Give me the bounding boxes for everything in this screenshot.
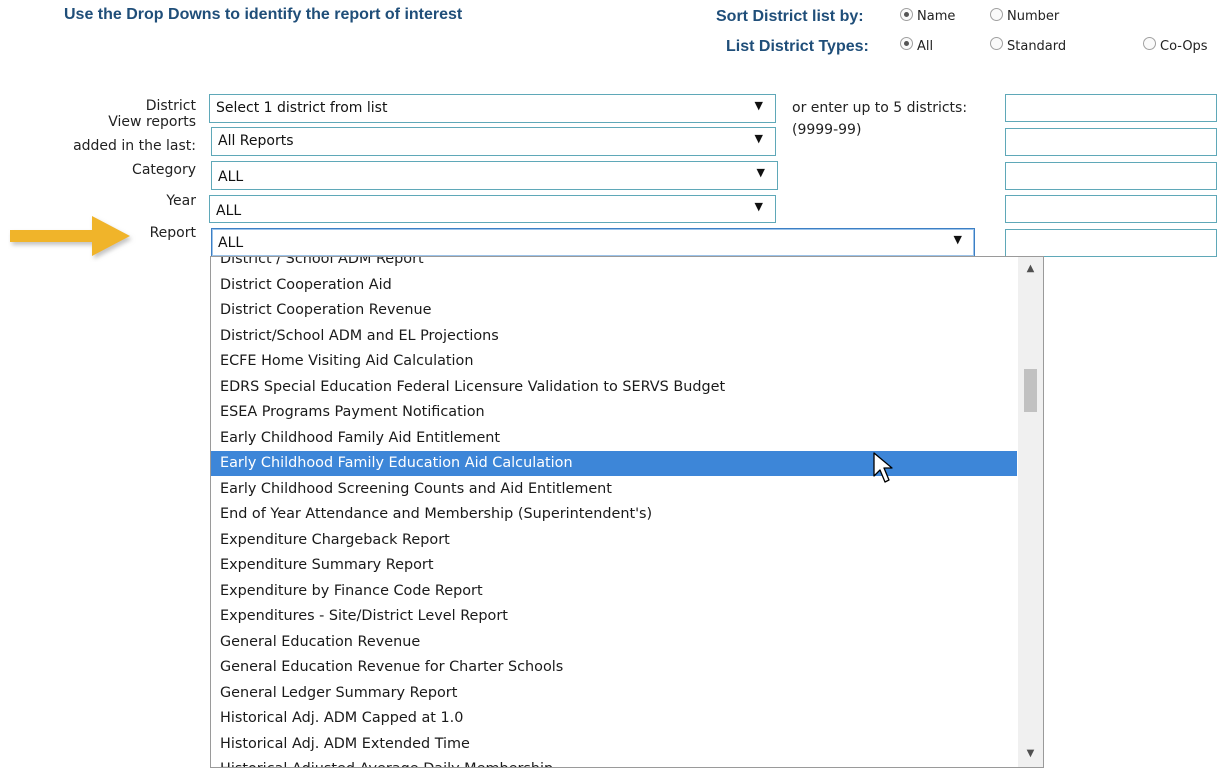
type-all-radio[interactable] — [900, 37, 913, 50]
report-select[interactable]: ALL ▼ — [211, 228, 975, 257]
report-option[interactable]: General Ledger Summary Report — [211, 681, 1017, 706]
type-coops-label: Co-Ops — [1160, 39, 1208, 54]
district-label: District — [145, 98, 196, 114]
report-option[interactable]: ESEA Programs Payment Notification — [211, 400, 1017, 425]
report-option[interactable]: Expenditures - Site/District Level Repor… — [211, 604, 1017, 629]
district-input-1[interactable] — [1005, 94, 1217, 122]
report-option[interactable]: Historical Adj. ADM Extended Time — [211, 732, 1017, 757]
scroll-up-icon[interactable]: ▲ — [1018, 263, 1043, 274]
report-option[interactable]: Expenditure Summary Report — [211, 553, 1017, 578]
district-select-value: Select 1 district from list — [216, 100, 388, 116]
scrollbar[interactable]: ▲ ▼ — [1018, 257, 1043, 767]
report-option[interactable]: District Cooperation Aid — [211, 273, 1017, 298]
type-coops-radio[interactable] — [1143, 37, 1156, 50]
type-all-label: All — [917, 39, 934, 54]
pointer-arrow-icon — [10, 216, 130, 256]
scroll-down-icon[interactable]: ▼ — [1018, 748, 1043, 759]
district-select[interactable]: Select 1 district from list ▼ — [209, 94, 776, 123]
year-select-value: ALL — [216, 203, 242, 219]
dropdown-arrow-icon: ▼ — [953, 233, 962, 246]
district-input-5[interactable] — [1005, 229, 1217, 257]
report-option[interactable]: General Education Revenue for Charter Sc… — [211, 655, 1017, 680]
sort-number-label: Number — [1007, 9, 1060, 24]
report-option[interactable]: District/School ADM and EL Projections — [211, 324, 1017, 349]
report-label: Report — [149, 225, 196, 241]
report-select-value: ALL — [218, 235, 244, 251]
year-label: Year — [166, 193, 196, 209]
report-option[interactable]: Historical Adjusted Average Daily Member… — [211, 757, 1017, 767]
report-option[interactable]: General Education Revenue — [211, 630, 1017, 655]
dropdown-arrow-icon: ▼ — [754, 132, 763, 145]
types-label: List District Types: — [726, 38, 869, 55]
page-instruction: Use the Drop Downs to identify the repor… — [64, 6, 463, 23]
sort-label: Sort District list by: — [716, 8, 864, 25]
view-reports-select[interactable]: All Reports ▼ — [211, 127, 776, 156]
report-option[interactable]: Historical Adj. ADM Capped at 1.0 — [211, 706, 1017, 731]
district-input-3[interactable] — [1005, 162, 1217, 190]
year-select[interactable]: ALL ▼ — [209, 195, 776, 223]
view-label-line1: View reports — [108, 114, 196, 130]
dropdown-arrow-icon: ▼ — [754, 200, 763, 213]
sort-name-radio[interactable] — [900, 8, 913, 21]
report-option[interactable]: Early Childhood Family Education Aid Cal… — [211, 451, 1017, 476]
report-option[interactable]: End of Year Attendance and Membership (S… — [211, 502, 1017, 527]
scrollbar-thumb[interactable] — [1024, 369, 1037, 412]
type-standard-radio[interactable] — [990, 37, 1003, 50]
dropdown-arrow-icon: ▼ — [754, 99, 763, 112]
district-input-2[interactable] — [1005, 128, 1217, 156]
report-option[interactable]: Expenditure Chargeback Report — [211, 528, 1017, 553]
report-dropdown-list[interactable]: District / School ADM Report District Coo… — [210, 256, 1044, 768]
view-label-line2: added in the last: — [73, 138, 196, 154]
report-option[interactable]: Early Childhood Family Aid Entitlement — [211, 426, 1017, 451]
sort-number-radio[interactable] — [990, 8, 1003, 21]
district-input-4[interactable] — [1005, 195, 1217, 223]
category-label: Category — [132, 162, 196, 178]
type-standard-label: Standard — [1007, 39, 1067, 54]
sort-name-label: Name — [917, 9, 956, 24]
alt-district-format: (9999-99) — [792, 122, 862, 138]
view-reports-select-value: All Reports — [218, 133, 294, 149]
report-option[interactable]: ECFE Home Visiting Aid Calculation — [211, 349, 1017, 374]
dropdown-arrow-icon: ▼ — [756, 166, 765, 179]
report-option[interactable]: Early Childhood Screening Counts and Aid… — [211, 477, 1017, 502]
report-option[interactable]: District / School ADM Report — [211, 257, 1017, 272]
category-select-value: ALL — [218, 169, 244, 185]
report-option[interactable]: EDRS Special Education Federal Licensure… — [211, 375, 1017, 400]
category-select[interactable]: ALL ▼ — [211, 161, 778, 190]
report-option[interactable]: District Cooperation Revenue — [211, 298, 1017, 323]
report-option[interactable]: Expenditure by Finance Code Report — [211, 579, 1017, 604]
mouse-cursor-icon — [873, 452, 893, 483]
alt-district-label: or enter up to 5 districts: — [792, 100, 968, 116]
